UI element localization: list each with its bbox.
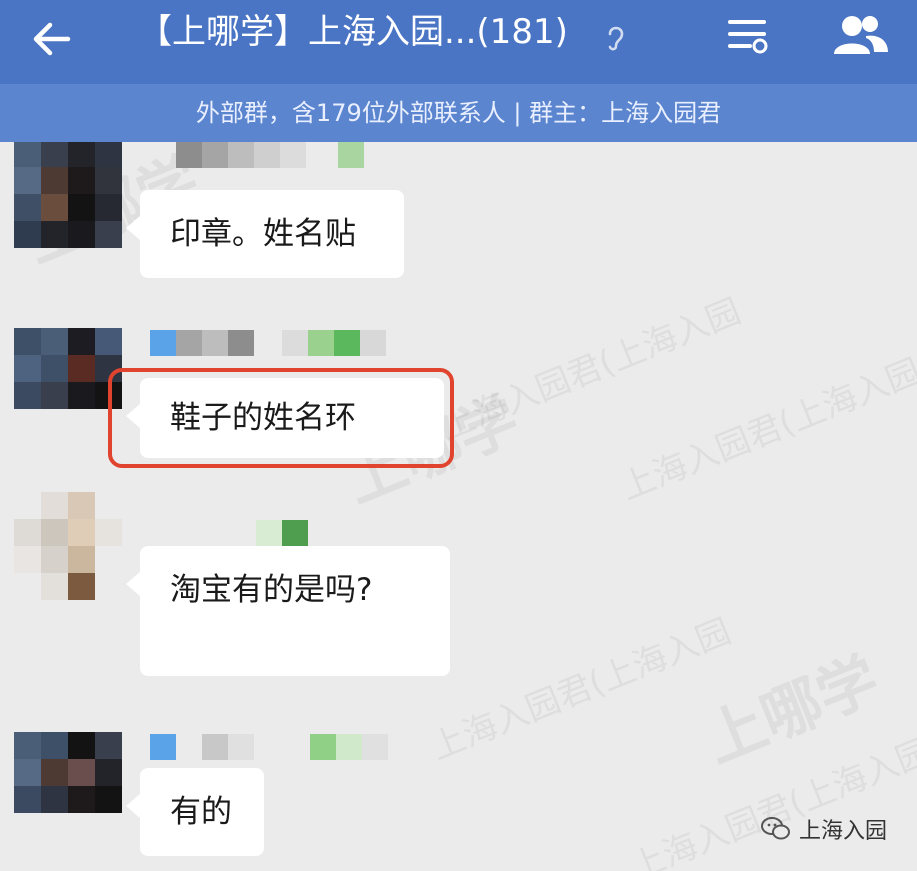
sender-name-blurred	[150, 734, 388, 760]
chat-settings-icon[interactable]	[724, 12, 770, 58]
highlight-box	[108, 368, 454, 468]
chat-title[interactable]: 【上哪学】上海入园...(181)	[138, 8, 568, 56]
watermark-text: 上海入园君(上海入园	[435, 291, 747, 449]
watermark-text: 上海入园君(上海入园	[425, 611, 737, 769]
watermark-logo: 上哪学	[695, 644, 889, 777]
source-account-name: 上海入园	[798, 819, 887, 844]
message-list[interactable]: 上哪学 上海入园君(上海入园 上哪学 上海入园君(上海入园 上海入园君(上海入园…	[0, 142, 917, 871]
avatar[interactable]	[14, 492, 122, 600]
group-members-icon[interactable]	[830, 12, 890, 58]
back-arrow-icon[interactable]	[28, 14, 78, 64]
message-text: 有的	[170, 794, 232, 830]
message-text: 印章。姓名贴	[170, 216, 356, 252]
message-bubble[interactable]: 淘宝有的是吗?	[126, 546, 450, 676]
chat-header: 【上哪学】上海入园...(181)	[0, 0, 917, 84]
watermark-text: 上海入园君(上海入园	[625, 731, 917, 871]
sender-name-blurred	[176, 142, 364, 168]
avatar[interactable]	[14, 328, 122, 436]
message-bubble[interactable]: 印章。姓名贴	[126, 190, 404, 278]
sender-name-blurred	[150, 330, 386, 356]
avatar[interactable]	[14, 142, 122, 248]
source-attribution: 上海入园	[760, 813, 887, 845]
message-bubble[interactable]: 有的	[126, 768, 264, 856]
watermark-text: 上海入园君(上海入园	[615, 351, 917, 509]
group-info-banner[interactable]: 外部群，含179位外部联系人 | 群主：上海入园君	[0, 84, 917, 142]
message-text: 淘宝有的是吗?	[170, 572, 373, 608]
ear-mode-icon	[608, 26, 624, 51]
wechat-icon	[760, 817, 790, 840]
avatar[interactable]	[14, 732, 122, 840]
sender-name-blurred	[256, 520, 308, 546]
